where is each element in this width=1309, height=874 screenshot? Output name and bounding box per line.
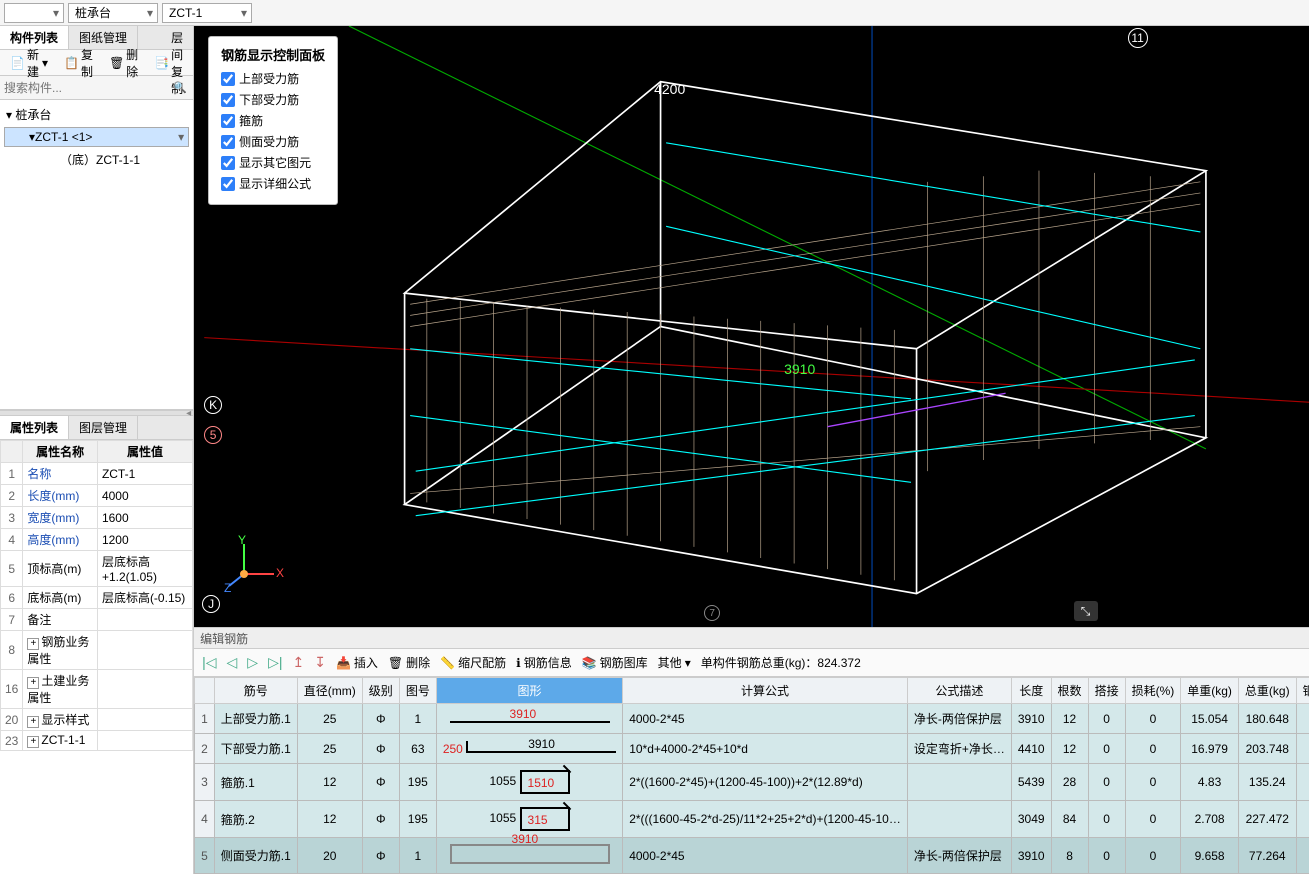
selector-element[interactable]: ZCT-1: [162, 3, 252, 23]
rebar-row[interactable]: 5侧面受力筋.120Φ139104000-2*45净长-两倍保护层3910800…: [195, 838, 1309, 874]
delete-rebar-button[interactable]: 🗑 删除: [388, 654, 430, 671]
rebar-table[interactable]: 筋号直径(mm)级别图号 图形计算公式公式描述 长度根数搭接损耗(%) 单重(k…: [194, 677, 1309, 874]
nav-next-icon[interactable]: ▷: [247, 654, 258, 671]
properties-table: 属性名称属性值 1名称ZCT-12长度(mm)40003宽度(mm)16004高…: [0, 440, 193, 751]
selector-category[interactable]: 桩承台: [68, 3, 158, 23]
chk-bottom-rebar[interactable]: 下部受力筋: [221, 91, 325, 108]
axis-11: 11: [1128, 28, 1148, 48]
chk-show-others[interactable]: 显示其它图元: [221, 154, 325, 171]
chk-side-rebar[interactable]: 侧面受力筋: [221, 133, 325, 150]
search-input[interactable]: [4, 81, 189, 95]
copy-icon: 📋: [64, 56, 78, 70]
view-collapse-icon[interactable]: ⤡: [1074, 601, 1098, 621]
chk-top-rebar[interactable]: 上部受力筋: [221, 70, 325, 87]
tree-root[interactable]: ▾ 桩承台: [4, 104, 189, 125]
svg-text:Z: Z: [224, 581, 231, 594]
panel-title: 钢筋显示控制面板: [221, 45, 325, 64]
library-button[interactable]: 📚 钢筋图库: [582, 654, 648, 671]
nav-down-icon[interactable]: ↧: [314, 654, 326, 671]
rebar-row[interactable]: 4箍筋.212Φ1951055 3152*(((1600-45-2*d-25)/…: [195, 801, 1309, 838]
rebar-display-panel: 钢筋显示控制面板 上部受力筋 下部受力筋 箍筋 侧面受力筋 显示其它图元 显示详…: [208, 36, 338, 205]
dim-4200: 4200: [654, 81, 685, 97]
axis-j: J: [202, 595, 220, 613]
nav-first-icon[interactable]: |◁: [202, 654, 216, 671]
tree-item-zct1[interactable]: ▾ ZCT-1 <1>: [4, 127, 189, 147]
nav-up-icon[interactable]: ↥: [292, 654, 304, 671]
viewport-3d[interactable]: 钢筋显示控制面板 上部受力筋 下部受力筋 箍筋 侧面受力筋 显示其它图元 显示详…: [194, 26, 1309, 627]
splitter[interactable]: [0, 410, 193, 416]
insert-button[interactable]: 📥 插入: [336, 654, 378, 671]
svg-text:Y: Y: [238, 534, 246, 547]
axis-k: K: [204, 396, 222, 414]
floorcopy-icon: 📑: [154, 56, 168, 70]
nav-last-icon[interactable]: ▷|: [268, 654, 282, 671]
tree-item-zct11[interactable]: （底）ZCT-1-1: [4, 149, 189, 170]
chk-stirrup[interactable]: 箍筋: [221, 112, 325, 129]
total-weight-label: 单构件钢筋总重(kg)：824.372: [701, 654, 861, 671]
dim-3910: 3910: [784, 361, 815, 377]
other-button[interactable]: 其他 ▾: [658, 654, 691, 671]
nav-prev-icon[interactable]: ◁: [227, 654, 238, 671]
new-icon: 📄: [10, 56, 24, 70]
component-tree[interactable]: ▾ 桩承台 ▾ ZCT-1 <1> （底）ZCT-1-1: [0, 100, 193, 410]
rebar-row[interactable]: 1上部受力筋.125Φ139104000-2*45净长-两倍保护层3910120…: [195, 704, 1309, 734]
axis-7: 7: [704, 605, 720, 621]
axis-5: 5: [204, 426, 222, 444]
model-svg: [194, 26, 1309, 627]
selector-1[interactable]: [4, 3, 64, 23]
axis-gizmo: X Y Z: [224, 534, 284, 597]
tab-layers[interactable]: 图层管理: [69, 416, 138, 439]
search-box[interactable]: [0, 76, 193, 100]
tab-props[interactable]: 属性列表: [0, 416, 69, 439]
rebar-edit-title: 编辑钢筋: [194, 627, 1309, 649]
delete-icon: 🗑: [109, 56, 123, 70]
info-button[interactable]: ℹ 钢筋信息: [516, 654, 572, 671]
scale-button[interactable]: 📏 缩尺配筋: [440, 654, 506, 671]
rebar-row[interactable]: 3箍筋.112Φ1951055 15102*((1600-2*45)+(1200…: [195, 764, 1309, 801]
chk-show-formula[interactable]: 显示详细公式: [221, 175, 325, 192]
svg-text:X: X: [276, 566, 284, 580]
rebar-row[interactable]: 2下部受力筋.125Φ63250 391010*d+4000-2*45+10*d…: [195, 734, 1309, 764]
